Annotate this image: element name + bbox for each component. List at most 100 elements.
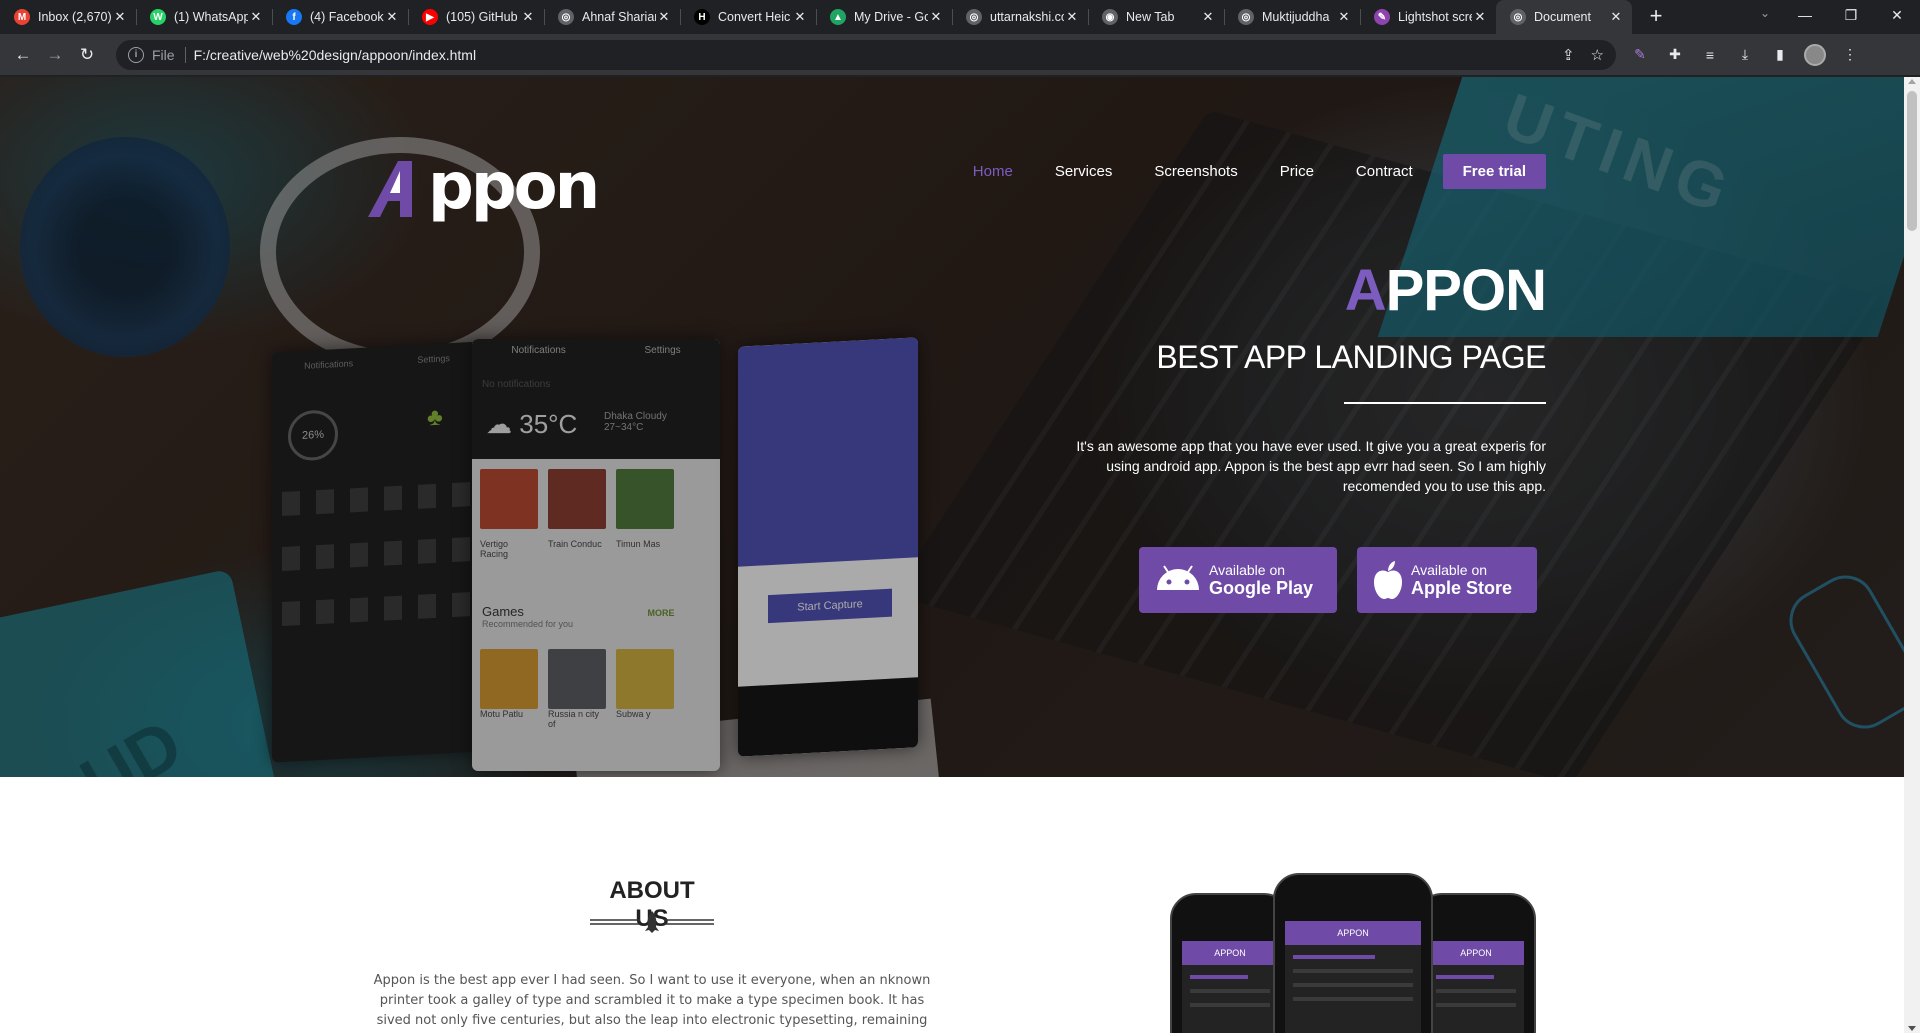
iphone-brand: APPON [1428, 941, 1524, 965]
tab-title: Muktijuddha [1262, 10, 1330, 24]
logo-text: ppon [428, 150, 600, 224]
profile-avatar[interactable] [1804, 43, 1826, 66]
page-viewport: UTING OUD Notifications Settings 26% ♣ N… [0, 77, 1920, 1033]
nav-screenshots[interactable]: Screenshots [1154, 163, 1237, 180]
browser-tab[interactable]: ✎ Lightshot scre ✕ [1360, 0, 1496, 34]
hero-divider [1344, 402, 1546, 404]
tab-close-icon[interactable]: ✕ [1472, 9, 1488, 25]
reload-icon[interactable]: ↻ [72, 40, 102, 70]
maximize-icon[interactable]: ❐ [1828, 0, 1874, 30]
hero-title-accent: A [1344, 258, 1387, 323]
side-panel-icon[interactable]: ▮ [1769, 44, 1791, 66]
tab-title: Inbox (2,670) [38, 10, 112, 24]
browser-tab[interactable]: ◎ uttarnakshi.co ✕ [952, 0, 1088, 34]
hero-section: UTING OUD Notifications Settings 26% ♣ N… [0, 77, 1904, 777]
browser-tab[interactable]: ▲ My Drive - Go ✕ [816, 0, 952, 34]
nav-contract[interactable]: Contract [1356, 163, 1413, 180]
tab-close-icon[interactable]: ✕ [928, 9, 944, 25]
apple-icon [1374, 561, 1402, 599]
tab-search-icon[interactable]: ⌄ [1760, 6, 1770, 20]
browser-tab[interactable]: ◎ Ahnaf Shariar ✕ [544, 0, 680, 34]
url-scheme: File [152, 46, 186, 63]
page-scrollbar[interactable] [1904, 77, 1920, 1033]
hero-subtitle: BEST APP LANDING PAGE [1156, 339, 1546, 375]
rocket-divider-icon [590, 911, 714, 933]
apple-store-big: Apple Store [1411, 578, 1513, 598]
tab-title: uttarnakshi.co [990, 10, 1064, 24]
tab-close-icon[interactable]: ✕ [248, 9, 264, 25]
tab-close-icon[interactable]: ✕ [656, 9, 672, 25]
tab-close-icon[interactable]: ✕ [1200, 9, 1216, 25]
google-play-big: Google Play [1209, 578, 1314, 598]
tab-title: New Tab [1126, 10, 1175, 24]
browser-tab[interactable]: ◉ New Tab ✕ [1088, 0, 1224, 34]
tab-strip: M Inbox (2,670) ✕ W (1) WhatsApp ✕ f (4) Facebo… [0, 0, 1920, 34]
about-text: Appon is the best app ever I had seen. S… [373, 973, 931, 1028]
close-window-icon[interactable]: ✕ [1874, 0, 1920, 30]
globe-icon: ◎ [966, 9, 982, 25]
facebook-icon: f [286, 9, 302, 25]
iphone-center: APPON [1273, 873, 1433, 1033]
tab-close-icon[interactable]: ✕ [1064, 9, 1080, 25]
tab-close-icon[interactable]: ✕ [1336, 9, 1352, 25]
google-play-button[interactable]: Available on Google Play [1139, 547, 1337, 613]
window-controls: — ❐ ✕ [1782, 0, 1920, 30]
new-tab-button[interactable]: + [1642, 3, 1670, 31]
tab-close-icon[interactable]: ✕ [792, 9, 808, 25]
hero-title-rest: PPON [1385, 258, 1547, 323]
scroll-thumb[interactable] [1907, 91, 1917, 231]
tab-close-icon[interactable]: ✕ [112, 9, 128, 25]
extensions-puzzle-icon[interactable]: ✚ [1664, 44, 1686, 66]
forward-icon[interactable]: → [40, 40, 70, 70]
lightshot-extension-icon[interactable]: ✎ [1629, 44, 1651, 66]
browser-tab[interactable]: M Inbox (2,670) ✕ [0, 0, 136, 34]
browser-tab[interactable]: f (4) Facebook ✕ [272, 0, 408, 34]
tab-title: (105) GitHub [446, 10, 518, 24]
nav-price[interactable]: Price [1280, 163, 1314, 180]
browser-tab[interactable]: W (1) WhatsApp ✕ [136, 0, 272, 34]
share-icon[interactable]: ⇪ [1562, 46, 1575, 64]
gmail-icon: M [14, 9, 30, 25]
iphone-left: APPON [1170, 893, 1290, 1033]
download-icon[interactable]: ⤓ [1734, 44, 1756, 66]
browser-tab[interactable]: ◎ Document ✕ [1496, 0, 1632, 34]
tab-close-icon[interactable]: ✕ [1608, 9, 1624, 25]
site-logo[interactable]: ppon [368, 137, 600, 227]
back-icon[interactable]: ← [8, 40, 38, 70]
tab-close-icon[interactable]: ✕ [520, 9, 536, 25]
feather-icon: ✎ [1374, 9, 1390, 25]
nav-home[interactable]: Home [973, 163, 1013, 180]
youtube-icon: ▶ [422, 9, 438, 25]
browser-tab[interactable]: H Convert Heic ✕ [680, 0, 816, 34]
minimize-icon[interactable]: — [1782, 0, 1828, 30]
tab-title: Document [1534, 10, 1591, 24]
globe-icon: ◎ [558, 9, 574, 25]
nav-services[interactable]: Services [1055, 163, 1113, 180]
browser-tab[interactable]: ◎ Muktijuddha ✕ [1224, 0, 1360, 34]
google-play-small: Available on [1209, 562, 1286, 578]
main-nav: Home Services Screenshots Price Contract… [931, 154, 1546, 189]
tab-title: (1) WhatsApp [174, 10, 248, 24]
reading-list-icon[interactable]: ≡ [1699, 44, 1721, 66]
apple-store-small: Available on [1411, 562, 1488, 578]
iphone-mockups-image: APPON APPON APPON [1170, 873, 1536, 1033]
tab-title: Lightshot scre [1398, 10, 1472, 24]
browser-tab[interactable]: ▶ (105) GitHub ✕ [408, 0, 544, 34]
tab-title: (4) Facebook [310, 10, 384, 24]
scroll-down-icon[interactable] [1908, 1026, 1916, 1031]
free-trial-button[interactable]: Free trial [1442, 154, 1546, 189]
chrome-icon: ◉ [1102, 9, 1118, 25]
url-text[interactable]: F:/creative/web%20design/appoon/index.ht… [194, 47, 477, 63]
info-icon[interactable]: i [128, 46, 144, 63]
apple-store-button[interactable]: Available on Apple Store [1357, 547, 1537, 613]
iphone-brand: APPON [1285, 921, 1421, 945]
bookmark-star-icon[interactable]: ☆ [1591, 46, 1604, 64]
android-icon [1157, 565, 1199, 590]
scroll-up-icon[interactable] [1908, 79, 1916, 84]
menu-kebab-icon[interactable]: ⋮ [1839, 44, 1861, 66]
tab-title: Convert Heic [718, 10, 791, 24]
tab-close-icon[interactable]: ✕ [384, 9, 400, 25]
iphone-right: APPON [1416, 893, 1536, 1033]
whatsapp-icon: W [150, 9, 166, 25]
address-bar[interactable]: i File F:/creative/web%20design/appoon/i… [116, 39, 1616, 70]
